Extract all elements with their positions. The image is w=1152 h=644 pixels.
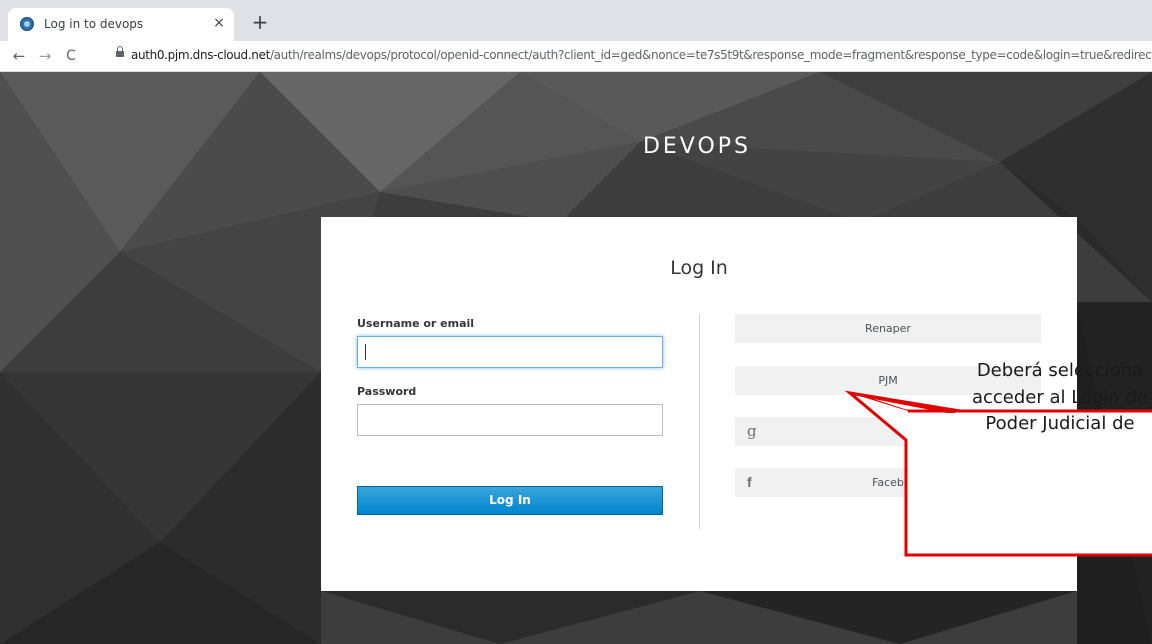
callout-line: Poder Judicial de xyxy=(985,413,1135,434)
callout-line: acceder al Login de xyxy=(971,386,1149,408)
callout-line: Deberá selecciona xyxy=(976,360,1144,381)
annotation-callout xyxy=(844,390,1152,557)
callout-text: Deberá selecciona acceder al Login de Po… xyxy=(910,358,1152,438)
